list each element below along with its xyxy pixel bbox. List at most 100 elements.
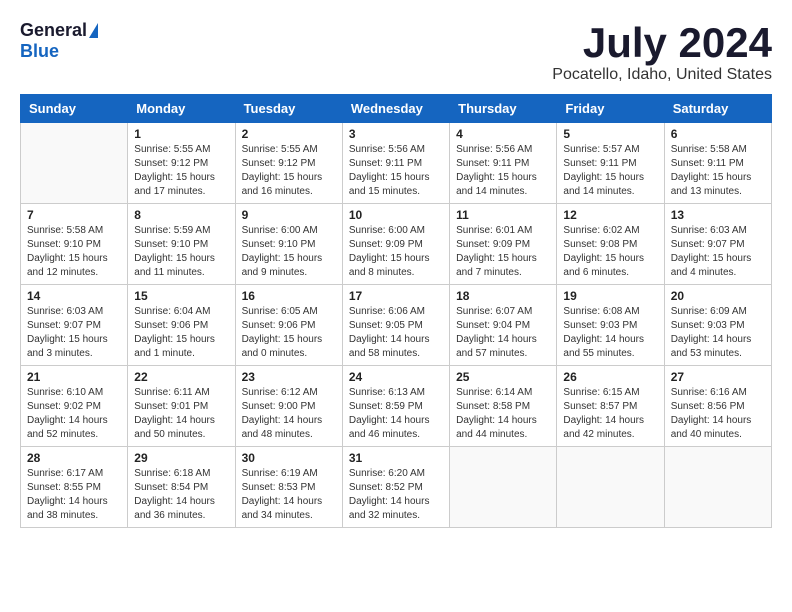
day-number: 20 [671, 289, 765, 303]
day-info: Sunrise: 6:01 AM Sunset: 9:09 PM Dayligh… [456, 224, 550, 280]
calendar-week-row: 28Sunrise: 6:17 AM Sunset: 8:55 PM Dayli… [21, 447, 772, 528]
day-number: 29 [134, 451, 228, 465]
day-info: Sunrise: 6:20 AM Sunset: 8:52 PM Dayligh… [349, 467, 443, 523]
day-info: Sunrise: 6:15 AM Sunset: 8:57 PM Dayligh… [563, 386, 657, 442]
day-number: 13 [671, 208, 765, 222]
day-info: Sunrise: 6:08 AM Sunset: 9:03 PM Dayligh… [563, 305, 657, 361]
day-number: 14 [27, 289, 121, 303]
day-number: 28 [27, 451, 121, 465]
calendar-cell [450, 447, 557, 528]
calendar-cell: 5 Sunrise: 5:57 AM Sunset: 9:11 PM Daylig… [557, 123, 664, 204]
calendar-cell: 23Sunrise: 6:12 AM Sunset: 9:00 PM Dayli… [235, 366, 342, 447]
calendar-header-tuesday: Tuesday [235, 95, 342, 123]
calendar-cell: 12Sunrise: 6:02 AM Sunset: 9:08 PM Dayli… [557, 204, 664, 285]
day-number: 7 [27, 208, 121, 222]
calendar-cell [664, 447, 771, 528]
day-number: 30 [242, 451, 336, 465]
day-number: 12 [563, 208, 657, 222]
day-info: Sunrise: 6:07 AM Sunset: 9:04 PM Dayligh… [456, 305, 550, 361]
calendar-cell: 21 Sunrise: 6:10 AM Sunset: 9:02 PM Dayli… [21, 366, 128, 447]
logo-general-text: General [20, 20, 87, 41]
day-info: Sunrise: 6:18 AM Sunset: 8:54 PM Dayligh… [134, 467, 228, 523]
logo: General Blue [20, 20, 98, 62]
logo-blue-text: Blue [20, 41, 59, 61]
day-info: Sunrise: 6:06 AM Sunset: 9:05 PM Dayligh… [349, 305, 443, 361]
day-number: 21 [27, 370, 121, 384]
calendar-table: SundayMondayTuesdayWednesdayThursdayFrid… [20, 94, 772, 528]
day-number: 31 [349, 451, 443, 465]
day-number: 25 [456, 370, 550, 384]
day-info: Sunrise: 6:12 AM Sunset: 9:00 PM Dayligh… [242, 386, 336, 442]
calendar-week-row: 7Sunrise: 5:58 AM Sunset: 9:10 PM Daylig… [21, 204, 772, 285]
calendar-cell: 2 Sunrise: 5:55 AM Sunset: 9:12 PM Daylig… [235, 123, 342, 204]
day-info: Sunrise: 6:03 AM Sunset: 9:07 PM Dayligh… [671, 224, 765, 280]
calendar-cell: 4 Sunrise: 5:56 AM Sunset: 9:11 PM Daylig… [450, 123, 557, 204]
day-number: 22 [134, 370, 228, 384]
day-number: 17 [349, 289, 443, 303]
calendar-header-saturday: Saturday [664, 95, 771, 123]
day-number: 24 [349, 370, 443, 384]
day-number: 27 [671, 370, 765, 384]
calendar-cell: 30 Sunrise: 6:19 AM Sunset: 8:53 PM Dayli… [235, 447, 342, 528]
day-info: Sunrise: 5:55 AM Sunset: 9:12 PM Dayligh… [242, 143, 336, 199]
page-header: General Blue July 2024 Pocatello, Idaho,… [20, 20, 772, 84]
calendar-cell: 14 Sunrise: 6:03 AM Sunset: 9:07 PM Dayli… [21, 285, 128, 366]
calendar-cell: 22Sunrise: 6:11 AM Sunset: 9:01 PM Dayli… [128, 366, 235, 447]
day-number: 18 [456, 289, 550, 303]
day-number: 19 [563, 289, 657, 303]
calendar-cell: 15Sunrise: 6:04 AM Sunset: 9:06 PM Dayli… [128, 285, 235, 366]
calendar-cell [21, 123, 128, 204]
calendar-header-thursday: Thursday [450, 95, 557, 123]
calendar-week-row: 1 Sunrise: 5:55 AM Sunset: 9:12 PM Daylig… [21, 123, 772, 204]
day-number: 10 [349, 208, 443, 222]
month-title: July 2024 [552, 20, 772, 66]
calendar-cell: 6Sunrise: 5:58 AM Sunset: 9:11 PM Daylig… [664, 123, 771, 204]
calendar-header-monday: Monday [128, 95, 235, 123]
day-info: Sunrise: 6:03 AM Sunset: 9:07 PM Dayligh… [27, 305, 121, 361]
calendar-header-row: SundayMondayTuesdayWednesdayThursdayFrid… [21, 95, 772, 123]
day-info: Sunrise: 6:10 AM Sunset: 9:02 PM Dayligh… [27, 386, 121, 442]
calendar-cell: 3Sunrise: 5:56 AM Sunset: 9:11 PM Daylig… [342, 123, 449, 204]
title-block: July 2024 Pocatello, Idaho, United State… [552, 20, 772, 84]
calendar-week-row: 21 Sunrise: 6:10 AM Sunset: 9:02 PM Dayli… [21, 366, 772, 447]
calendar-cell: 19 Sunrise: 6:08 AM Sunset: 9:03 PM Dayli… [557, 285, 664, 366]
calendar-week-row: 14 Sunrise: 6:03 AM Sunset: 9:07 PM Dayli… [21, 285, 772, 366]
calendar-cell: 17 Sunrise: 6:06 AM Sunset: 9:05 PM Dayli… [342, 285, 449, 366]
calendar-header-wednesday: Wednesday [342, 95, 449, 123]
day-info: Sunrise: 6:00 AM Sunset: 9:09 PM Dayligh… [349, 224, 443, 280]
day-number: 1 [134, 127, 228, 141]
day-number: 3 [349, 127, 443, 141]
calendar-cell: 20Sunrise: 6:09 AM Sunset: 9:03 PM Dayli… [664, 285, 771, 366]
calendar-cell: 24Sunrise: 6:13 AM Sunset: 8:59 PM Dayli… [342, 366, 449, 447]
calendar-header-sunday: Sunday [21, 95, 128, 123]
day-number: 26 [563, 370, 657, 384]
day-number: 4 [456, 127, 550, 141]
calendar-cell: 11 Sunrise: 6:01 AM Sunset: 9:09 PM Dayli… [450, 204, 557, 285]
day-info: Sunrise: 6:14 AM Sunset: 8:58 PM Dayligh… [456, 386, 550, 442]
calendar-cell: 25 Sunrise: 6:14 AM Sunset: 8:58 PM Dayli… [450, 366, 557, 447]
day-info: Sunrise: 5:56 AM Sunset: 9:11 PM Dayligh… [456, 143, 550, 199]
day-number: 16 [242, 289, 336, 303]
calendar-header-friday: Friday [557, 95, 664, 123]
calendar-cell: 13 Sunrise: 6:03 AM Sunset: 9:07 PM Dayli… [664, 204, 771, 285]
calendar-cell: 26 Sunrise: 6:15 AM Sunset: 8:57 PM Dayli… [557, 366, 664, 447]
calendar-cell: 27 Sunrise: 6:16 AM Sunset: 8:56 PM Dayli… [664, 366, 771, 447]
calendar-cell: 9Sunrise: 6:00 AM Sunset: 9:10 PM Daylig… [235, 204, 342, 285]
calendar-cell: 1Sunrise: 5:55 AM Sunset: 9:12 PM Daylig… [128, 123, 235, 204]
day-info: Sunrise: 6:19 AM Sunset: 8:53 PM Dayligh… [242, 467, 336, 523]
day-info: Sunrise: 5:59 AM Sunset: 9:10 PM Dayligh… [134, 224, 228, 280]
calendar-cell: 18 Sunrise: 6:07 AM Sunset: 9:04 PM Dayli… [450, 285, 557, 366]
day-info: Sunrise: 5:58 AM Sunset: 9:11 PM Dayligh… [671, 143, 765, 199]
day-number: 15 [134, 289, 228, 303]
calendar-cell: 31 Sunrise: 6:20 AM Sunset: 8:52 PM Dayli… [342, 447, 449, 528]
calendar-cell: 29 Sunrise: 6:18 AM Sunset: 8:54 PM Dayli… [128, 447, 235, 528]
day-info: Sunrise: 6:16 AM Sunset: 8:56 PM Dayligh… [671, 386, 765, 442]
calendar-cell: 28Sunrise: 6:17 AM Sunset: 8:55 PM Dayli… [21, 447, 128, 528]
calendar-cell: 7Sunrise: 5:58 AM Sunset: 9:10 PM Daylig… [21, 204, 128, 285]
day-number: 5 [563, 127, 657, 141]
day-info: Sunrise: 6:05 AM Sunset: 9:06 PM Dayligh… [242, 305, 336, 361]
day-info: Sunrise: 5:57 AM Sunset: 9:11 PM Dayligh… [563, 143, 657, 199]
day-number: 11 [456, 208, 550, 222]
logo-triangle-icon [89, 23, 98, 38]
day-number: 2 [242, 127, 336, 141]
